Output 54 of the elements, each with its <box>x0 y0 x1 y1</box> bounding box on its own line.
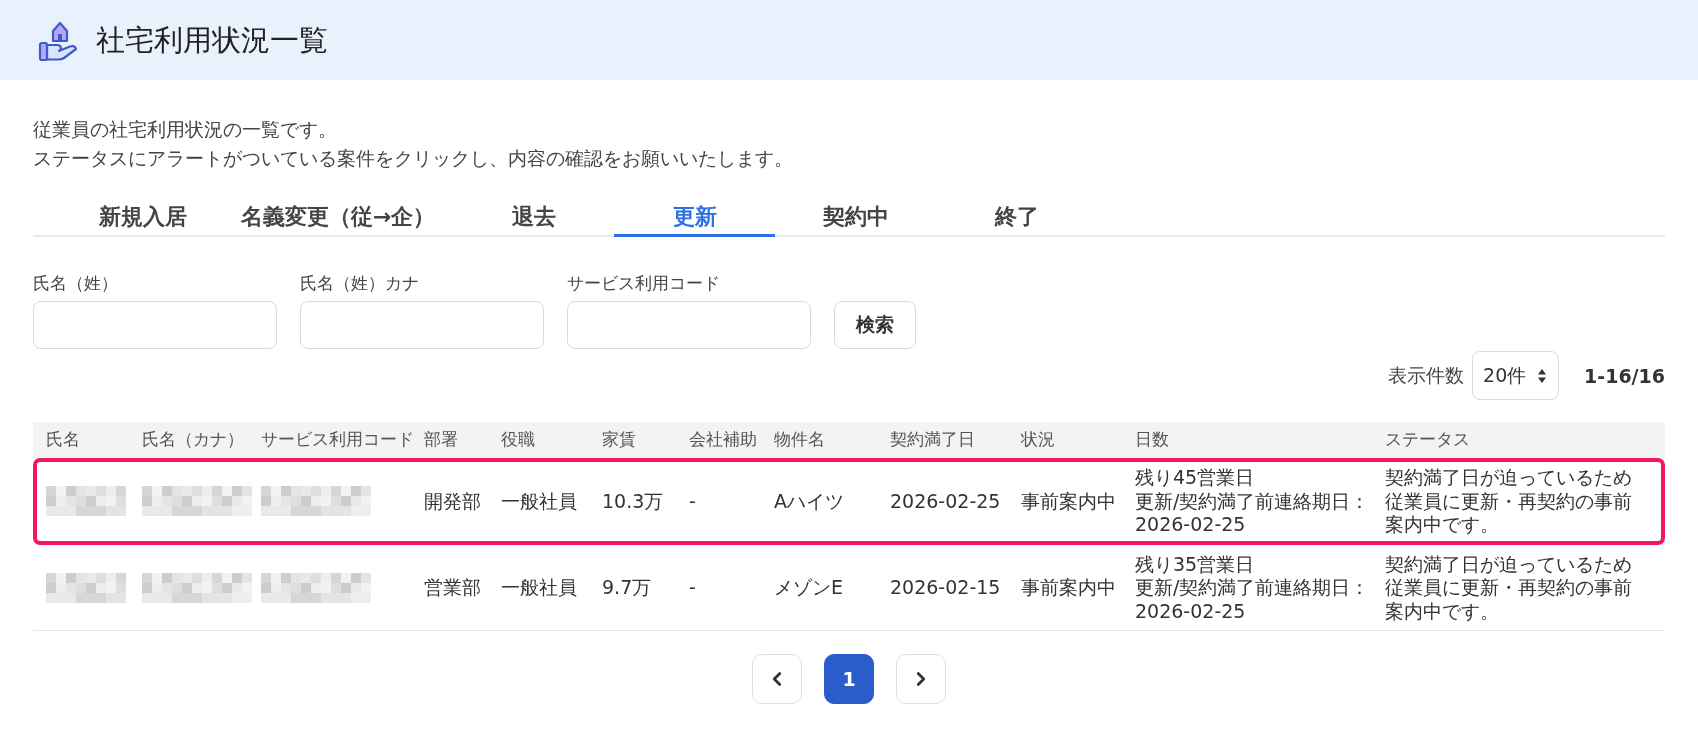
table-cell-text: 10.3万 <box>601 489 665 513</box>
table-cell-text: 開発部 <box>423 489 482 513</box>
table-cell-text: 契約満了日が迫っているため従業員に更新・再契約の事前案内中です。 <box>1385 552 1633 623</box>
column-header: 家賃 <box>601 430 637 450</box>
page-button[interactable]: 1 <box>824 654 874 704</box>
table-cell-text: 契約満了日が迫っているため従業員に更新・再契約の事前案内中です。 <box>1385 466 1633 537</box>
result-range: 1-16/16 <box>1584 364 1665 387</box>
tab[interactable]: 退去 <box>453 195 615 237</box>
previous-page-button[interactable] <box>752 654 802 704</box>
table-cell-text: 一般社員 <box>500 576 578 600</box>
input-field[interactable] <box>567 301 811 349</box>
next-page-button[interactable] <box>896 654 946 704</box>
up-down-arrows-icon <box>1538 368 1547 383</box>
description-text: 従業員の社宅利用状況の一覧です。 <box>33 117 337 142</box>
column-header: 氏名（カナ） <box>141 430 245 450</box>
field-label: サービス利用コード <box>567 274 720 294</box>
column-header: ステータス <box>1384 430 1471 450</box>
table-cell-text: 残り45営業日 更新/契約満了前連絡期日： 2026-02-25 <box>1134 466 1371 537</box>
table-cell-text: メゾンE <box>773 576 844 600</box>
tab[interactable]: 名義変更（従→企） <box>223 195 454 237</box>
page-size-label: 表示件数 <box>1388 362 1465 388</box>
table-cell-text: - <box>688 489 697 513</box>
table-cell-text: - <box>688 576 697 600</box>
column-header: 物件名 <box>773 430 826 450</box>
column-header: 役職 <box>500 430 536 450</box>
table-cell-text: 営業部 <box>423 576 482 600</box>
column-header: サービス利用コード <box>260 430 415 450</box>
table-cell-text: 2026-02-25 <box>889 489 1002 513</box>
page-size-select[interactable]: 20件 <box>1472 351 1560 400</box>
table-cell-text: Aハイツ <box>773 489 845 513</box>
column-header: 会社補助 <box>688 430 758 450</box>
description-text: ステータスにアラートがついている案件をクリックし、内容の確認をお願いいたします。 <box>33 146 793 171</box>
tab[interactable]: 新規入居 <box>62 195 223 237</box>
field-label: 氏名（姓） <box>33 274 118 294</box>
column-header: 氏名 <box>45 430 81 450</box>
input-field[interactable] <box>33 301 277 349</box>
page-title: 社宅利用状況一覧 <box>96 22 328 58</box>
column-header: 日数 <box>1134 430 1170 450</box>
table-cell-text: 事前案内中 <box>1020 576 1117 600</box>
input-field[interactable] <box>300 301 544 349</box>
tab[interactable]: 更新 <box>614 195 776 237</box>
highlighted-table-row[interactable]: 開発部 一般社員 10.3万 - Aハイツ 2026-02-25 事前案内中 残り45営業日 更新/契約満了前連絡期日： 2026-02-25 契約満了日が迫っているため従業員に更新・再契約の事前案内中です。 <box>33 458 1665 545</box>
column-header: 契約満了日 <box>889 430 976 450</box>
table-cell-text: 事前案内中 <box>1020 489 1117 513</box>
table-cell-text: 2026-02-15 <box>889 576 1002 600</box>
tab[interactable]: 契約中 <box>775 195 937 237</box>
table-cell-text: 残り35営業日 更新/契約満了前連絡期日： 2026-02-25 <box>1134 552 1371 623</box>
search-button[interactable]: 検索 <box>834 301 916 349</box>
column-header: 状況 <box>1020 430 1056 450</box>
table-cell-text: 一般社員 <box>500 489 578 513</box>
field-label: 氏名（姓）カナ <box>300 274 419 294</box>
column-header: 部署 <box>423 430 459 450</box>
table-cell-text: 9.7万 <box>601 576 653 600</box>
tab[interactable]: 終了 <box>936 195 1098 237</box>
